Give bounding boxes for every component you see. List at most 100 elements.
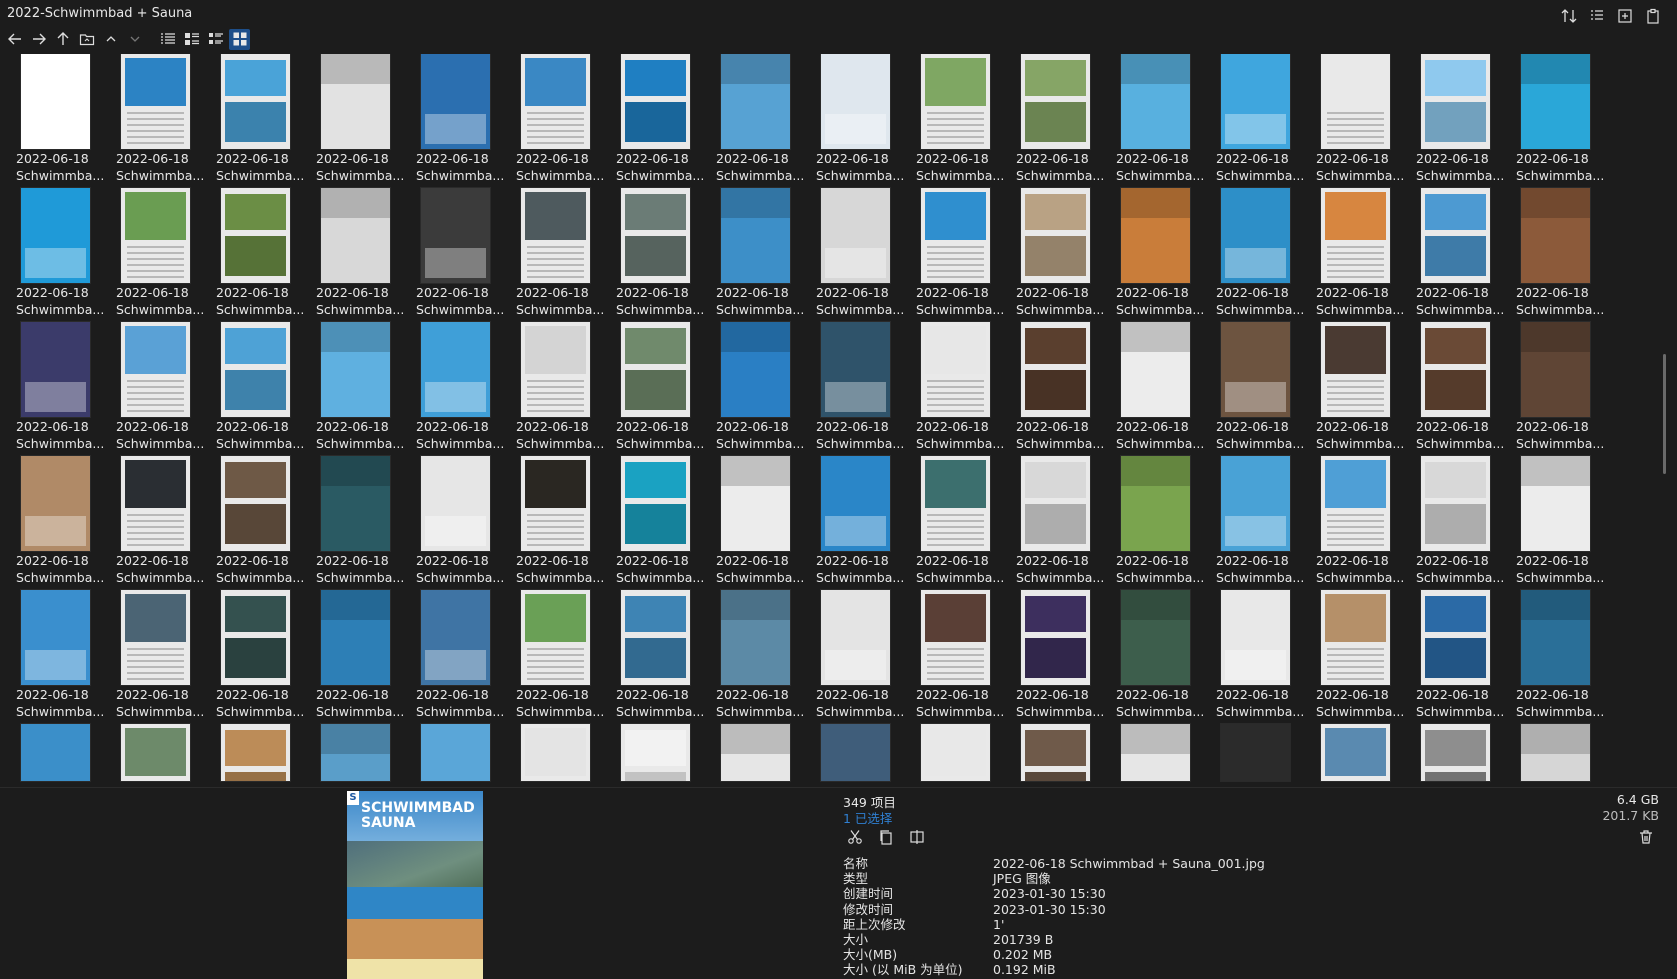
thumbnail-item[interactable]: 2022-06-18 Schwimmba... (1408, 590, 1508, 724)
thumbnail-item[interactable]: 2022-06-18 Schwimmba... (1308, 188, 1408, 322)
panel-icon[interactable] (1587, 6, 1607, 26)
thumbnail-item[interactable]: 2022-06-18 Schwimmba... (1308, 54, 1408, 188)
thumbnail-item[interactable]: 2022-06-18 Schwimmba... (1308, 590, 1408, 724)
thumbnail-item[interactable]: 2022-06-18 Schwimmba... (408, 590, 508, 724)
thumbnail-item[interactable]: 2022-06-18 Schwimmba... (1208, 456, 1308, 590)
details-view-button[interactable] (157, 29, 178, 50)
thumbnail-item[interactable]: 2022-06-18 Schwimmba... (108, 54, 208, 188)
back-button[interactable] (4, 29, 25, 50)
thumbnail-item[interactable]: 2022-06-18 Schwimmba... (8, 590, 108, 724)
thumbnail-item[interactable]: 2022-06-18 Schwimmba... (308, 54, 408, 188)
thumbnail-item[interactable]: 2022-06-18 Schwimmba... (508, 188, 608, 322)
thumbnail-item[interactable]: 2022-06-18 Schwimmba... (808, 322, 908, 456)
thumbnail-item[interactable]: 2022-06-18 Schwimmba... (608, 590, 708, 724)
up-button[interactable] (52, 29, 73, 50)
thumbnail-item[interactable]: 2022-06-18 Schwimmba... (1408, 54, 1508, 188)
forward-button[interactable] (28, 29, 49, 50)
thumbnail-item[interactable]: 2022-06-18 Schwimmba... (1408, 188, 1508, 322)
thumbnail-item[interactable]: 2022-06-18 Schwimmba... (208, 54, 308, 188)
thumbnail-item[interactable]: 2022-06-18 Schwimmba... (808, 590, 908, 724)
thumbnail-item[interactable]: 2022-06-18 Schwimmba... (1208, 54, 1308, 188)
thumbnail-item[interactable]: 2022-06-18 Schwimmba... (1208, 590, 1308, 724)
thumbnail-item[interactable]: 2022-06-18 Schwimmba... (8, 54, 108, 188)
thumbnail-item[interactable]: 2022-06-18 Schwimmba... (808, 188, 908, 322)
thumbnails-view-button[interactable] (229, 28, 250, 50)
thumbnail-item[interactable]: 2022-06-18 Schwimmba... (1108, 54, 1208, 188)
thumbnail-item[interactable]: 2022-06-18 Schwimmba... (308, 590, 408, 724)
expand-button[interactable] (124, 29, 145, 50)
thumbnail-item[interactable] (1308, 724, 1408, 786)
thumbnail-item[interactable]: 2022-06-18 Schwimmba... (408, 188, 508, 322)
thumbnail-item[interactable] (1108, 724, 1208, 786)
thumbnail-item[interactable]: 2022-06-18 Schwimmba... (708, 456, 808, 590)
open-folder-button[interactable] (76, 29, 97, 50)
thumbnail-item[interactable] (608, 724, 708, 786)
thumbnail-item[interactable] (208, 724, 308, 786)
thumbnail-item[interactable]: 2022-06-18 Schwimmba... (608, 54, 708, 188)
thumbnail-item[interactable]: 2022-06-18 Schwimmba... (8, 322, 108, 456)
thumbnail-item[interactable]: 2022-06-18 Schwimmba... (208, 188, 308, 322)
thumbnail-item[interactable]: 2022-06-18 Schwimmba... (208, 322, 308, 456)
thumbnail-item[interactable] (408, 724, 508, 786)
thumbnail-item[interactable]: 2022-06-18 Schwimmba... (1208, 322, 1308, 456)
thumbnail-item[interactable]: 2022-06-18 Schwimmba... (508, 456, 608, 590)
thumbnail-item[interactable]: 2022-06-18 Schwimmba... (1508, 456, 1608, 590)
thumbnail-item[interactable] (8, 724, 108, 786)
thumbnail-item[interactable]: 2022-06-18 Schwimmba... (1008, 456, 1108, 590)
list-view-button[interactable] (181, 29, 202, 50)
thumbnail-item[interactable]: 2022-06-18 Schwimmba... (408, 54, 508, 188)
thumbnail-item[interactable]: 2022-06-18 Schwimmba... (1308, 456, 1408, 590)
thumbnail-item[interactable]: 2022-06-18 Schwimmba... (708, 322, 808, 456)
thumbnail-item[interactable]: 2022-06-18 Schwimmba... (808, 456, 908, 590)
thumbnail-item[interactable] (708, 724, 808, 786)
thumbnail-item[interactable] (1508, 724, 1608, 786)
thumbnail-item[interactable]: 2022-06-18 Schwimmba... (108, 188, 208, 322)
thumbnail-item[interactable]: 2022-06-18 Schwimmba... (1008, 322, 1108, 456)
thumbnail-item[interactable]: 2022-06-18 Schwimmba... (1508, 322, 1608, 456)
thumbnail-item[interactable]: 2022-06-18 Schwimmba... (208, 590, 308, 724)
sort-icon[interactable] (1559, 6, 1579, 26)
thumbnail-item[interactable]: 2022-06-18 Schwimmba... (908, 54, 1008, 188)
add-pane-icon[interactable] (1615, 6, 1635, 26)
thumbnail-item[interactable]: 2022-06-18 Schwimmba... (1108, 322, 1208, 456)
thumbnail-item[interactable]: 2022-06-18 Schwimmba... (808, 54, 908, 188)
thumbnail-item[interactable]: 2022-06-18 Schwimmba... (608, 188, 708, 322)
thumbnail-item[interactable]: 2022-06-18 Schwimmba... (508, 54, 608, 188)
thumbnail-item[interactable] (108, 724, 208, 786)
thumbnail-item[interactable]: 2022-06-18 Schwimmba... (608, 322, 708, 456)
thumbnail-item[interactable]: 2022-06-18 Schwimmba... (908, 188, 1008, 322)
thumbnail-item[interactable]: 2022-06-18 Schwimmba... (208, 456, 308, 590)
thumbnail-item[interactable]: 2022-06-18 Schwimmba... (1108, 188, 1208, 322)
thumbnail-item[interactable]: 2022-06-18 Schwimmba... (708, 54, 808, 188)
thumbnail-item[interactable]: 2022-06-18 Schwimmba... (1308, 322, 1408, 456)
thumbnail-item[interactable]: 2022-06-18 Schwimmba... (1408, 456, 1508, 590)
thumbnail-item[interactable]: 2022-06-18 Schwimmba... (1508, 188, 1608, 322)
thumbnail-item[interactable] (308, 724, 408, 786)
tiles-view-button[interactable] (205, 29, 226, 50)
delete-button[interactable] (1637, 828, 1655, 846)
copy-button[interactable] (877, 828, 895, 846)
thumbnail-item[interactable]: 2022-06-18 Schwimmba... (708, 188, 808, 322)
thumbnail-item[interactable]: 2022-06-18 Schwimmba... (508, 590, 608, 724)
thumbnail-item[interactable]: 2022-06-18 Schwimmba... (1508, 54, 1608, 188)
thumbnail-item[interactable]: 2022-06-18 Schwimmba... (108, 590, 208, 724)
thumbnail-item[interactable]: 2022-06-18 Schwimmba... (308, 456, 408, 590)
thumbnail-item[interactable]: 2022-06-18 Schwimmba... (308, 188, 408, 322)
clipboard-icon[interactable] (1643, 6, 1663, 26)
thumbnail-item[interactable] (808, 724, 908, 786)
thumbnail-item[interactable]: 2022-06-18 Schwimmba... (1408, 322, 1508, 456)
thumbnail-item[interactable]: 2022-06-18 Schwimmba... (108, 322, 208, 456)
thumbnail-item[interactable]: 2022-06-18 Schwimmba... (1208, 188, 1308, 322)
thumbnail-item[interactable]: 2022-06-18 Schwimmba... (908, 322, 1008, 456)
thumbnail-item[interactable] (908, 724, 1008, 786)
collapse-button[interactable] (100, 29, 121, 50)
pane-divider[interactable] (0, 787, 1677, 788)
cut-button[interactable] (846, 828, 864, 846)
thumbnail-item[interactable] (1208, 724, 1308, 786)
scrollbar-thumb[interactable] (1663, 354, 1666, 474)
thumbnail-item[interactable]: 2022-06-18 Schwimmba... (1508, 590, 1608, 724)
compare-button[interactable] (908, 828, 926, 846)
thumbnail-item[interactable]: 2022-06-18 Schwimmba... (1008, 590, 1108, 724)
thumbnail-item[interactable]: 2022-06-18 Schwimmba... (308, 322, 408, 456)
thumbnail-item[interactable]: 2022-06-18 Schwimmba... (408, 456, 508, 590)
